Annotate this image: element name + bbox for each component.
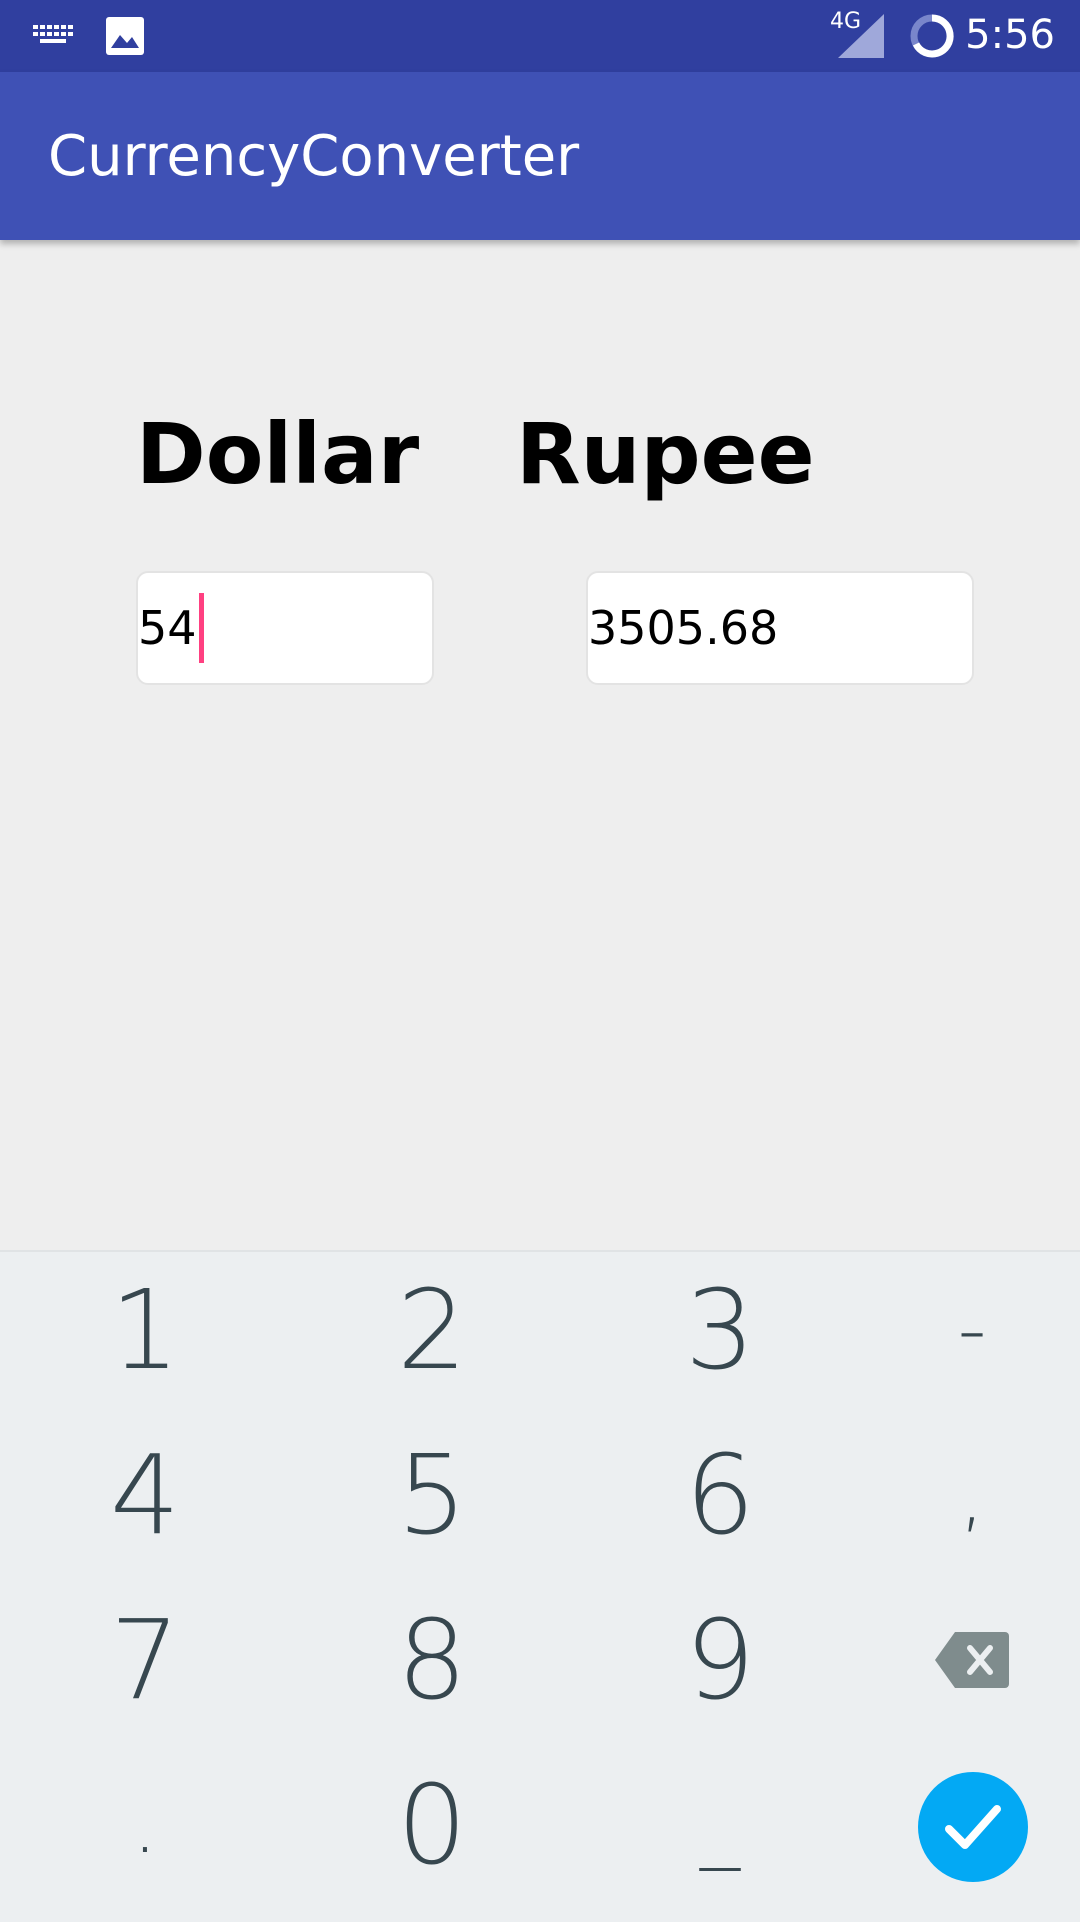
done-button[interactable] xyxy=(918,1772,1028,1882)
key-comma[interactable]: , xyxy=(882,1420,1062,1570)
dollar-input[interactable]: 54 xyxy=(136,571,434,685)
key-0[interactable]: 0 xyxy=(342,1750,522,1900)
keyboard-icon xyxy=(33,25,73,43)
key-6[interactable]: 6 xyxy=(630,1420,810,1570)
rupee-label: Rupee xyxy=(516,405,815,503)
key-period[interactable]: . xyxy=(55,1750,235,1900)
key-1[interactable]: 1 xyxy=(55,1255,235,1405)
key-underscore[interactable]: _ xyxy=(630,1750,810,1900)
check-icon xyxy=(945,1805,1001,1849)
dollar-input-value: 54 xyxy=(138,601,197,655)
key-4[interactable]: 4 xyxy=(55,1420,235,1570)
signal-icon xyxy=(838,14,884,58)
key-3[interactable]: 3 xyxy=(630,1255,810,1405)
key-5[interactable]: 5 xyxy=(342,1420,522,1570)
key-9[interactable]: 9 xyxy=(630,1585,810,1735)
rupee-input[interactable]: 3505.68 xyxy=(586,571,974,685)
clock: 5:56 xyxy=(965,12,1055,58)
text-caret xyxy=(198,592,204,663)
key-8[interactable]: 8 xyxy=(342,1585,522,1735)
key-7[interactable]: 7 xyxy=(55,1585,235,1735)
backspace-icon[interactable] xyxy=(935,1632,1009,1692)
image-icon xyxy=(106,17,144,55)
rupee-input-value: 3505.68 xyxy=(588,601,779,655)
status-bar: 4G 5:56 xyxy=(0,0,1080,72)
app-title: CurrencyConverter xyxy=(48,124,580,189)
key-minus[interactable]: - xyxy=(882,1255,1062,1405)
app-bar: CurrencyConverter xyxy=(0,72,1080,240)
key-2[interactable]: 2 xyxy=(342,1255,522,1405)
dollar-label: Dollar xyxy=(136,405,420,503)
battery-icon xyxy=(910,14,954,58)
